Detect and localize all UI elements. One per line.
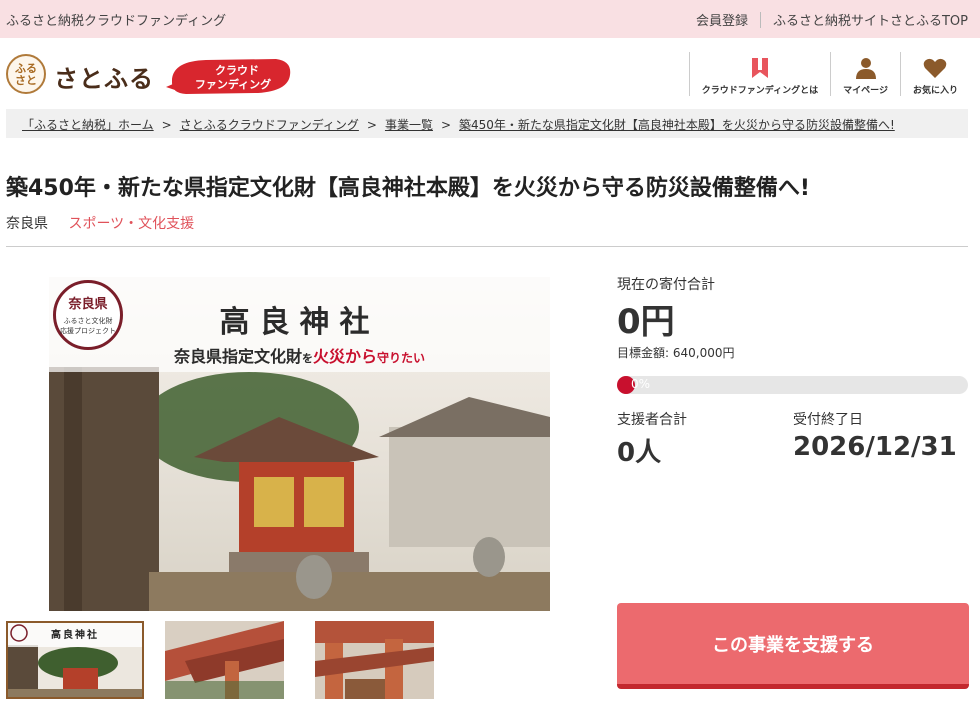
nav-about-label: クラウドファンディングとは (701, 86, 819, 96)
thumbnail-2[interactable] (165, 621, 284, 699)
page-title: 築450年・新たな県指定文化財【高良神社本殿】を火災から守る防災設備整備へ! (6, 176, 810, 201)
nav-favorites[interactable]: お気に入り (899, 52, 970, 96)
thumbnail-3-image (315, 621, 434, 699)
image-subheading: 奈良県指定文化財を火災から守りたい (49, 343, 550, 367)
image-subheading-c: 火災から (312, 347, 377, 366)
breadcrumb-separator: > (161, 118, 172, 132)
user-icon (855, 58, 876, 79)
site-logo[interactable]: さとふる (54, 59, 154, 94)
image-subheading-d: 守りたい (377, 351, 426, 365)
image-subheading-b: を (301, 352, 313, 365)
header-nav: クラウドファンディングとは マイページ お気に入り (688, 52, 970, 96)
breadcrumb-separator: > (366, 118, 377, 132)
deadline-label: 受付終了日 (793, 412, 863, 428)
goal-amount: 目標金額: 640,000円 (617, 346, 735, 360)
progress-bar: 0% (617, 376, 968, 394)
nav-about-crowdfunding[interactable]: クラウドファンディングとは (688, 52, 830, 96)
nav-mypage[interactable]: マイページ (830, 52, 900, 96)
thumbnail-1[interactable]: 高良神社 (6, 621, 144, 699)
divider (6, 246, 968, 247)
site-header: ふる さと さとふる クラウド ファンディング クラウドファンディングとは マイペ… (0, 38, 980, 108)
register-link[interactable]: 会員登録 (696, 10, 748, 29)
breadcrumb-crowdfunding[interactable]: さとふるクラウドファンディング (180, 118, 359, 132)
breadcrumb-separator: > (440, 118, 452, 132)
crowdfunding-badge[interactable]: クラウド ファンディング (166, 57, 292, 95)
breadcrumb-current[interactable]: 築450年・新たな県指定文化財【高良神社本殿】を火災から守る防災設備整備へ! (459, 118, 895, 132)
site-tagline: ふるさと納税クラウドファンディング (6, 14, 227, 29)
nav-mypage-label: マイページ (843, 86, 888, 96)
satofull-top-link[interactable]: ふるさと納税サイトさとふるTOP (773, 10, 968, 29)
breadcrumb-projects[interactable]: 事業一覧 (385, 118, 433, 132)
current-total-value: 0円 (617, 302, 675, 342)
current-total-label: 現在の寄付合計 (617, 277, 715, 293)
supporters-label: 支援者合計 (617, 412, 687, 428)
project-main-image: 奈良県 ふるさと文化財 応援プロジェクト 高良神社 奈良県指定文化財を火災から守… (49, 277, 550, 611)
heart-icon (924, 58, 947, 78)
project-meta: 奈良県 スポーツ・文化支援 (6, 213, 194, 233)
breadcrumb: 「ふるさと納税」ホーム > さとふるクラウドファンディング > 事業一覧 > 築450年・新… (6, 109, 968, 138)
badge-line-2: ファンディング (194, 78, 272, 91)
project-region: 奈良県 (6, 216, 48, 232)
bookmark-icon (751, 58, 768, 78)
top-bar: ふるさと納税クラウドファンディング 会員登録 ふるさと納税サイトさとふるTOP (0, 0, 980, 38)
support-project-button[interactable]: この事業を支援する (617, 603, 969, 689)
thumbnail-2-image (165, 621, 284, 699)
nav-favorites-label: お気に入り (912, 86, 958, 96)
project-category[interactable]: スポーツ・文化支援 (68, 216, 194, 232)
logo-seal-icon[interactable]: ふる さと (6, 54, 46, 94)
thumbnail-1-heading: 高良神社 (51, 630, 99, 641)
deadline-value: 2026/12/31 (793, 432, 957, 462)
progress-percent: 0% (631, 377, 651, 391)
link-divider (759, 11, 761, 28)
image-subheading-a: 奈良県指定文化財 (173, 347, 302, 366)
supporters-value: 0人 (617, 438, 662, 468)
top-links: 会員登録 ふるさと納税サイトさとふるTOP (696, 10, 968, 29)
thumbnail-3[interactable] (315, 621, 434, 699)
breadcrumb-home[interactable]: 「ふるさと納税」ホーム (22, 118, 154, 132)
image-heading: 高良神社 (219, 305, 380, 340)
